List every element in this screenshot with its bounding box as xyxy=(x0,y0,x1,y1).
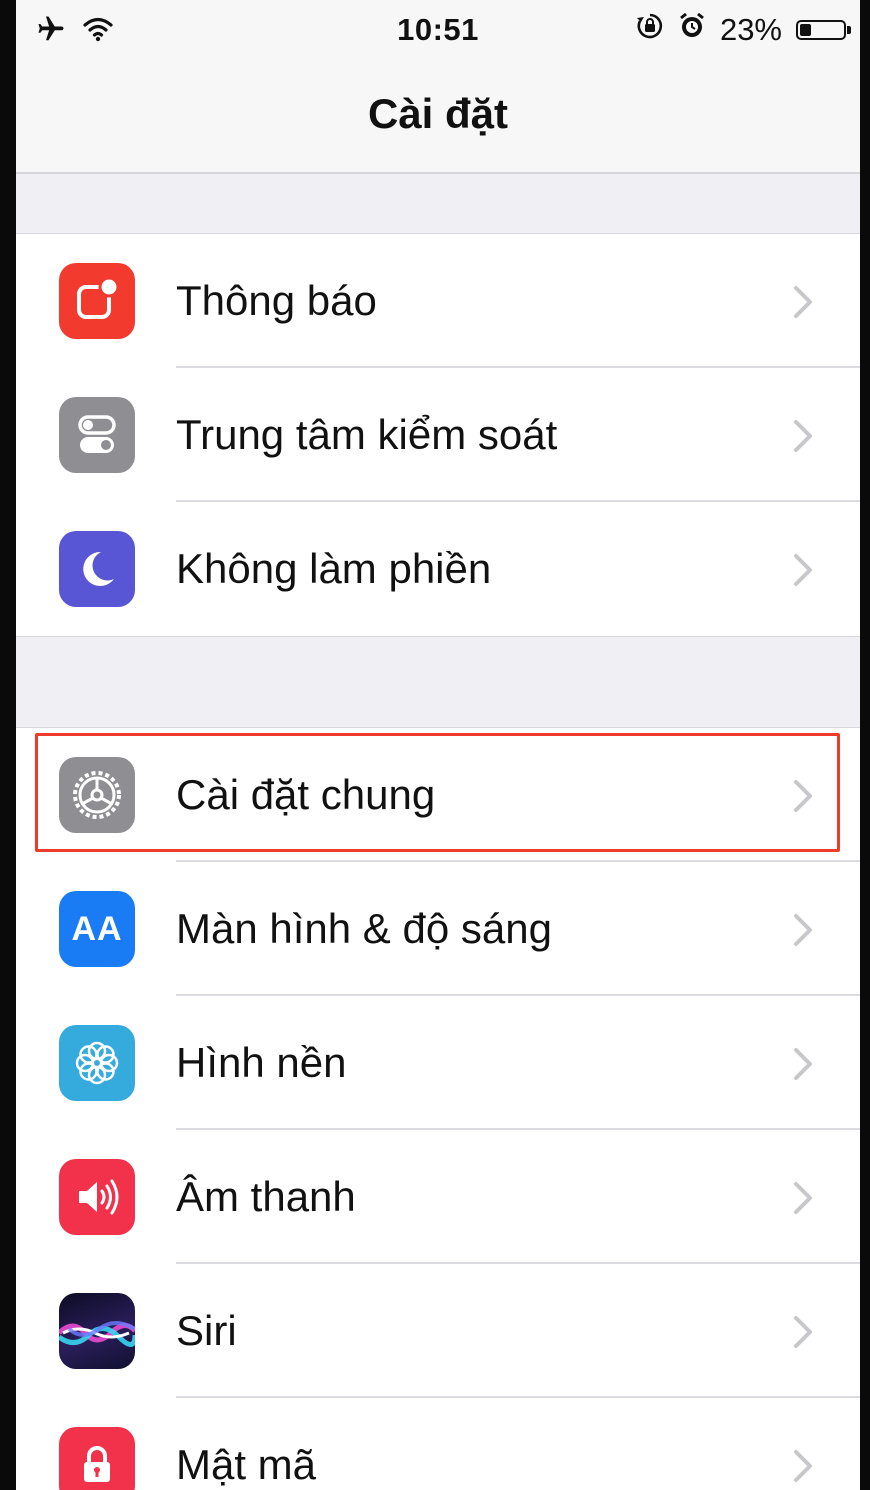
settings-row-notifications[interactable]: Thông báo xyxy=(16,234,860,368)
rotation-lock-icon xyxy=(636,12,664,48)
gear-icon xyxy=(59,757,135,833)
settings-row-label: Mật mã xyxy=(176,1441,317,1488)
speaker-icon xyxy=(59,1159,135,1235)
alarm-icon xyxy=(678,12,706,48)
settings-row-label: Trung tâm kiểm soát xyxy=(176,411,558,458)
settings-row-wallpaper[interactable]: Hình nền xyxy=(16,996,860,1130)
wallpaper-icon xyxy=(59,1025,135,1101)
navigation-bar: Cài đặt xyxy=(16,62,860,174)
settings-row-general[interactable]: Cài đặt chung xyxy=(16,728,860,862)
chevron-right-icon xyxy=(794,286,812,318)
settings-row-label: Thông báo xyxy=(176,277,377,324)
chevron-right-icon xyxy=(794,780,812,812)
device-frame-right xyxy=(860,0,870,1490)
status-bar: 10:51 23% xyxy=(16,0,860,62)
settings-row-control-center[interactable]: Trung tâm kiểm soát xyxy=(16,368,860,502)
text-size-icon-glyph: AA xyxy=(71,909,123,948)
chevron-right-icon xyxy=(794,420,812,452)
page-title: Cài đặt xyxy=(367,90,509,137)
battery-icon xyxy=(796,20,851,40)
settings-row-label: Âm thanh xyxy=(176,1173,356,1220)
moon-icon xyxy=(59,531,135,607)
chevron-right-icon xyxy=(794,1450,812,1482)
settings-row-sounds[interactable]: Âm thanh xyxy=(16,1130,860,1264)
settings-row-passcode[interactable]: Mật mã xyxy=(16,1398,860,1490)
settings-row-do-not-disturb[interactable]: Không làm phiền xyxy=(16,502,860,636)
chevron-right-icon xyxy=(794,914,812,946)
settings-row-siri[interactable]: Siri xyxy=(16,1264,860,1398)
chevron-right-icon xyxy=(794,1048,812,1080)
battery-percent: 23% xyxy=(719,12,782,47)
lock-icon xyxy=(59,1427,135,1490)
control-center-icon xyxy=(59,397,135,473)
chevron-right-icon xyxy=(794,554,812,586)
settings-group-1: Thông báo Trung tâm kiểm soát Không làm … xyxy=(16,233,860,637)
settings-row-label: Cài đặt chung xyxy=(176,771,436,818)
settings-screen: 10:51 23% Cài đặt Thông báo Trung tâm ki… xyxy=(16,0,860,1490)
settings-row-label: Siri xyxy=(176,1307,237,1354)
settings-row-display-brightness[interactable]: AA Màn hình & độ sáng xyxy=(16,862,860,996)
battery-fill xyxy=(800,24,811,36)
settings-group-2: Cài đặt chung AA Màn hình & độ sáng Hình… xyxy=(16,727,860,1490)
settings-row-label: Hình nền xyxy=(176,1039,347,1086)
text-size-icon: AA xyxy=(59,891,135,967)
siri-icon xyxy=(59,1293,135,1369)
chevron-right-icon xyxy=(794,1316,812,1348)
settings-row-label: Không làm phiền xyxy=(176,545,492,592)
device-frame-left xyxy=(0,0,16,1490)
chevron-right-icon xyxy=(794,1182,812,1214)
notifications-icon xyxy=(59,263,135,339)
settings-row-label: Màn hình & độ sáng xyxy=(176,905,552,952)
